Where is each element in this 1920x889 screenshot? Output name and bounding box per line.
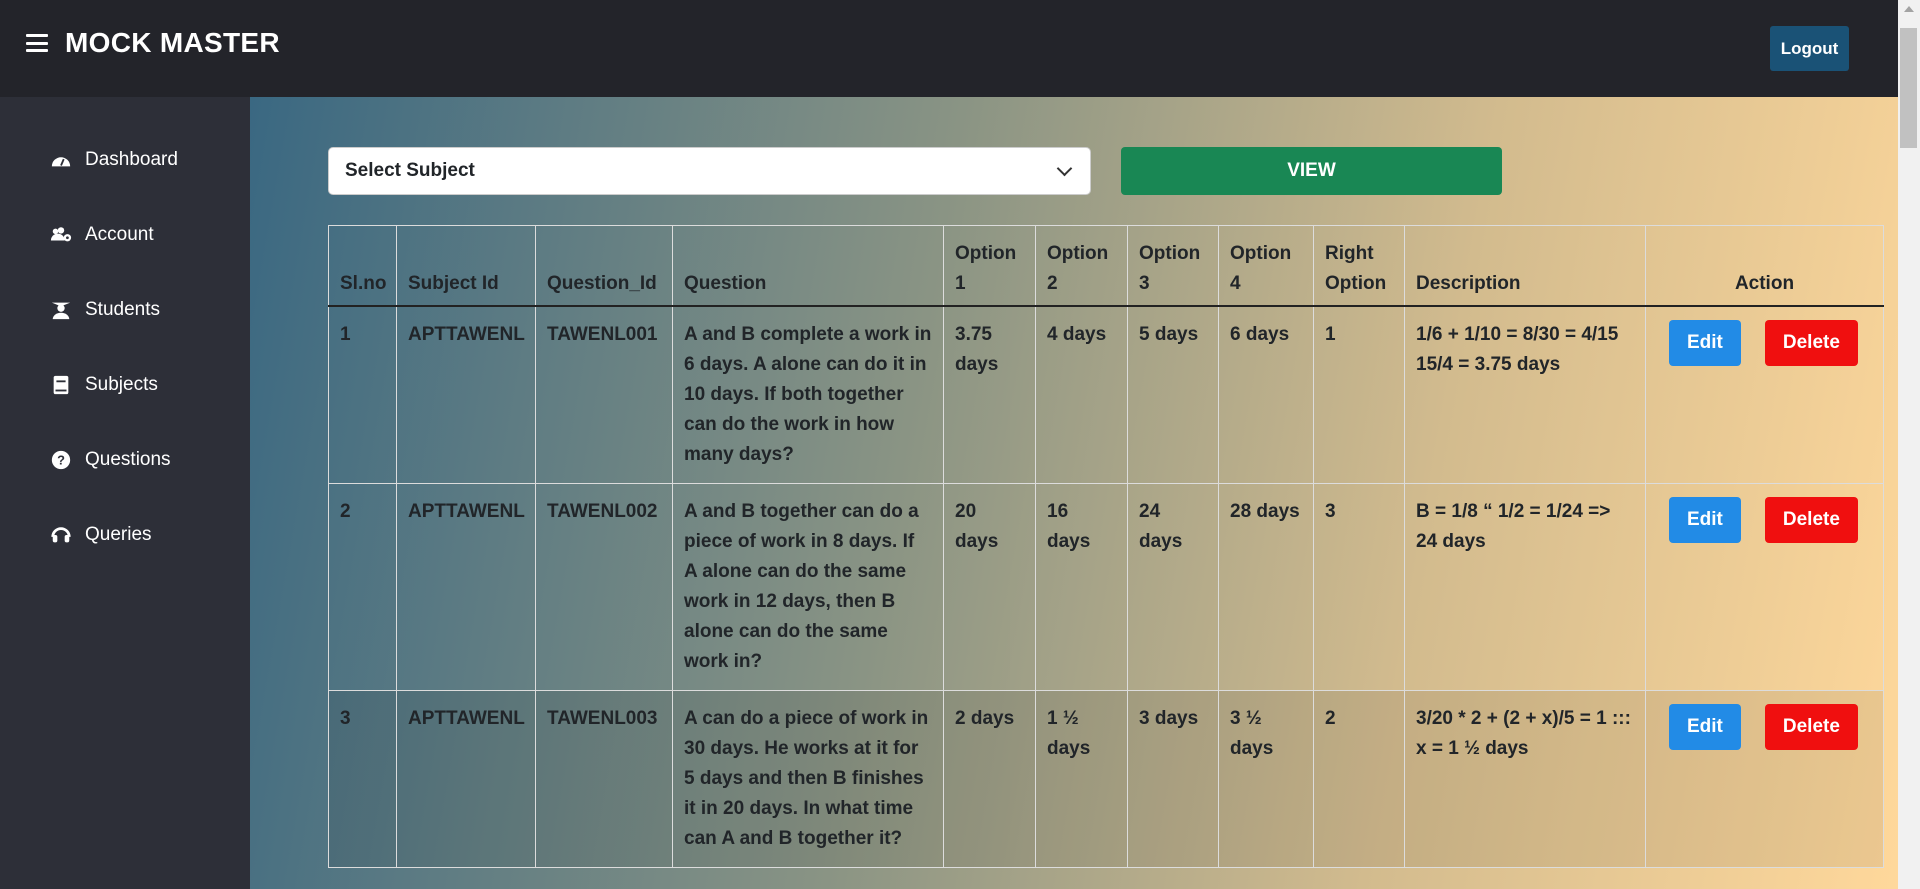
cell-option3: 3 days [1127, 690, 1219, 868]
subject-select-value: Select Subject [345, 160, 475, 181]
delete-button[interactable]: Delete [1764, 704, 1858, 750]
sidebar-item-subjects[interactable]: Subjects [50, 374, 158, 396]
table-row: 3 APTTAWENL TAWENL003 A can do a piece of w… [328, 690, 1884, 868]
question-circle-icon: ? [51, 450, 71, 470]
headset-icon [51, 527, 71, 543]
hamburger-menu-icon[interactable] [26, 34, 48, 52]
cell-question-id: TAWENL001 [535, 305, 673, 484]
cell-question: A can do a piece of work in 30 days. He … [672, 690, 944, 868]
cell-subject-id: APTTAWENL [396, 690, 536, 868]
cell-option4: 3 ½ days [1218, 690, 1314, 868]
sidebar-item-label: Students [85, 299, 160, 320]
sidebar-item-questions[interactable]: ? Questions [50, 449, 171, 471]
chevron-down-icon [1056, 160, 1073, 177]
cell-question-id: TAWENL003 [535, 690, 673, 868]
svg-text:?: ? [57, 453, 65, 468]
edit-button[interactable]: Edit [1669, 704, 1741, 750]
subject-select[interactable]: Select Subject [328, 147, 1091, 195]
cell-subject-id: APTTAWENL [396, 483, 536, 691]
sidebar-item-label: Subjects [85, 374, 158, 395]
cell-option1: 2 days [943, 690, 1036, 868]
book-icon [53, 375, 69, 395]
users-cog-icon [50, 227, 72, 242]
col-header-right-option: Right Option [1313, 225, 1405, 307]
sidebar-item-students[interactable]: Students [50, 299, 160, 321]
edit-button[interactable]: Edit [1669, 497, 1741, 543]
cell-question: A and B complete a work in 6 days. A alo… [672, 305, 944, 484]
cell-description: 1/6 + 1/10 = 8/30 = 4/15 15/4 = 3.75 day… [1404, 305, 1646, 484]
col-header-option4: Option 4 [1218, 225, 1314, 307]
graduate-icon [51, 302, 71, 320]
col-header-slno: Sl.no [328, 225, 397, 307]
top-navbar: MOCK MASTER Logout [0, 0, 1898, 97]
questions-table: Sl.no Subject Id Question_Id Question Op… [328, 225, 1884, 868]
sidebar-item-label: Questions [85, 449, 171, 470]
cell-action: Edit Delete [1645, 690, 1884, 868]
cell-slno: 2 [328, 483, 397, 691]
cell-option1: 3.75 days [943, 305, 1036, 484]
col-header-question: Question [672, 225, 944, 307]
sidebar-item-account[interactable]: Account [50, 224, 154, 246]
logout-button[interactable]: Logout [1770, 26, 1849, 71]
col-header-subject-id: Subject Id [396, 225, 536, 307]
cell-slno: 1 [328, 305, 397, 484]
sidebar-item-label: Account [85, 224, 154, 245]
cell-option1: 20 days [943, 483, 1036, 691]
cell-option2: 16 days [1035, 483, 1128, 691]
scroll-up-arrow-icon[interactable] [1904, 6, 1914, 12]
col-header-question-id: Question_Id [535, 225, 673, 307]
cell-action: Edit Delete [1645, 483, 1884, 691]
col-header-option2: Option 2 [1035, 225, 1128, 307]
col-header-description: Description [1404, 225, 1646, 307]
vertical-scrollbar[interactable] [1898, 0, 1920, 889]
sidebar: Dashboard Account Students Subjects ? Qu… [0, 97, 250, 889]
col-header-action: Action [1645, 225, 1884, 307]
cell-right-option: 3 [1313, 483, 1405, 691]
main-content: Select Subject VIEW Sl.no Subject Id Que… [250, 97, 1898, 889]
delete-button[interactable]: Delete [1764, 320, 1858, 366]
cell-right-option: 1 [1313, 305, 1405, 484]
cell-option2: 1 ½ days [1035, 690, 1128, 868]
sidebar-item-label: Dashboard [85, 149, 178, 170]
col-header-option3: Option 3 [1127, 225, 1219, 307]
sidebar-item-dashboard[interactable]: Dashboard [50, 149, 178, 171]
cell-question-id: TAWENL002 [535, 483, 673, 691]
cell-subject-id: APTTAWENL [396, 305, 536, 484]
col-header-option1: Option 1 [943, 225, 1036, 307]
cell-option4: 6 days [1218, 305, 1314, 484]
dashboard-icon [51, 157, 71, 167]
cell-option2: 4 days [1035, 305, 1128, 484]
scrollbar-thumb[interactable] [1900, 28, 1917, 148]
cell-description: 3/20 * 2 + (2 + x)/5 = 1 ::: x = 1 ½ day… [1404, 690, 1646, 868]
delete-button[interactable]: Delete [1764, 497, 1858, 543]
cell-option4: 28 days [1218, 483, 1314, 691]
sidebar-item-label: Queries [85, 524, 152, 545]
table-row: 2 APTTAWENL TAWENL002 A and B together can … [328, 483, 1884, 691]
cell-right-option: 2 [1313, 690, 1405, 868]
sidebar-item-queries[interactable]: Queries [50, 524, 152, 546]
cell-option3: 24 days [1127, 483, 1219, 691]
cell-question: A and B together can do a piece of work … [672, 483, 944, 691]
table-row: 1 APTTAWENL TAWENL001 A and B complete a wo… [328, 305, 1884, 484]
cell-description: B = 1/8 “ 1/2 = 1/24 => 24 days [1404, 483, 1646, 691]
table-header-row: Sl.no Subject Id Question_Id Question Op… [328, 225, 1884, 307]
view-button[interactable]: VIEW [1121, 147, 1502, 195]
cell-option3: 5 days [1127, 305, 1219, 484]
edit-button[interactable]: Edit [1669, 320, 1741, 366]
cell-action: Edit Delete [1645, 305, 1884, 484]
app-title: MOCK MASTER [65, 27, 280, 58]
cell-slno: 3 [328, 690, 397, 868]
